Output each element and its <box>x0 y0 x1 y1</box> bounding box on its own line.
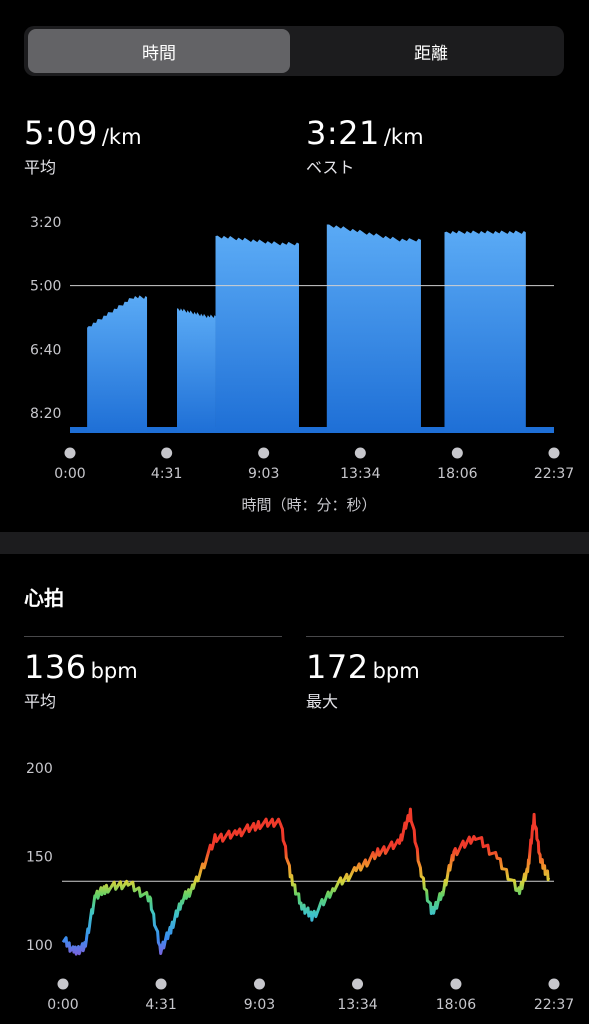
hr-x-tick-dot <box>155 978 167 990</box>
hr-x-tick-dot <box>253 978 265 990</box>
pace-x-tick-dot <box>354 447 366 459</box>
hr-y-tick: 100 <box>26 938 53 954</box>
avg-pace-stat: 5:09/km 平均 <box>24 114 142 178</box>
heart-rate-title: 心拍 <box>24 586 64 610</box>
pace-x-tick: 4:31 <box>151 466 182 482</box>
pace-y-tick: 8:20 <box>30 406 61 422</box>
pace-x-tick-dot <box>258 447 270 459</box>
avg-pace-label: 平均 <box>24 158 57 177</box>
avg-pace-value: 5:09 <box>24 114 98 152</box>
divider-right <box>306 636 564 637</box>
best-pace-unit: /km <box>383 125 424 149</box>
heart-rate-chart: 200 150 100 0:00 4:31 9:03 13:34 18:06 22:37 <box>26 761 574 1013</box>
hr-x-tick: 0:00 <box>47 997 78 1013</box>
pace-x-axis-label: 時間（時：分：秒） <box>241 496 376 514</box>
pace-x-tick: 13:34 <box>340 466 380 482</box>
max-hr-value: 172 <box>306 648 369 686</box>
hr-x-tick-dot <box>57 978 69 990</box>
hr-y-tick: 200 <box>26 761 53 777</box>
hr-x-tick-dot <box>352 978 364 990</box>
hr-y-tick: 150 <box>26 850 53 866</box>
hr-x-tick: 18:06 <box>436 997 476 1013</box>
pace-x-tick: 22:37 <box>534 466 574 482</box>
best-pace-stat: 3:21/km ベスト <box>306 114 424 178</box>
best-pace-label: ベスト <box>306 158 355 177</box>
pace-area-segment <box>326 224 421 433</box>
avg-hr-stat: 136 bpm 平均 <box>24 648 138 712</box>
divider-left <box>24 636 282 637</box>
max-hr-unit: bpm <box>372 659 420 683</box>
max-hr-stat: 172 bpm 最大 <box>306 648 420 712</box>
hr-x-tick: 4:31 <box>145 997 176 1013</box>
best-pace-value: 3:21 <box>306 114 380 152</box>
pace-x-tick-dot <box>64 447 76 459</box>
max-hr-label: 最大 <box>306 692 339 711</box>
pace-x-tick: 0:00 <box>54 466 85 482</box>
pace-y-tick: 6:40 <box>30 342 61 358</box>
pace-area-segment <box>444 230 526 433</box>
pace-x-tick-dot <box>161 447 173 459</box>
distance-tab[interactable]: 距離 <box>300 29 562 73</box>
hr-x-tick: 9:03 <box>244 997 275 1013</box>
avg-hr-value: 136 <box>24 648 87 686</box>
pace-x-tick-dot <box>548 447 560 459</box>
avg-pace-unit: /km <box>101 125 142 149</box>
pace-x-tick: 18:06 <box>437 466 477 482</box>
avg-hr-label: 平均 <box>24 692 57 711</box>
metric-segmented-control: 時間 距離 <box>24 26 564 76</box>
pace-chart: 3:20 5:00 6:40 8:20 0:00 4:31 9:03 13:34 18:06 2… <box>30 215 574 514</box>
pace-area-segment <box>87 295 148 433</box>
pace-y-tick: 3:20 <box>30 215 61 231</box>
pace-x-tick: 9:03 <box>248 466 279 482</box>
avg-hr-unit: bpm <box>90 659 138 683</box>
hr-x-tick-dot <box>450 978 462 990</box>
pace-area-segment <box>177 308 216 433</box>
hr-x-tick: 22:37 <box>534 997 574 1013</box>
hr-x-tick: 13:34 <box>337 997 377 1013</box>
pace-x-tick-dot <box>451 447 463 459</box>
pace-y-tick: 5:00 <box>30 279 61 295</box>
pace-area-segment <box>215 235 299 433</box>
hr-x-tick-dot <box>548 978 560 990</box>
section-divider <box>0 532 589 554</box>
time-tab[interactable]: 時間 <box>28 29 290 73</box>
